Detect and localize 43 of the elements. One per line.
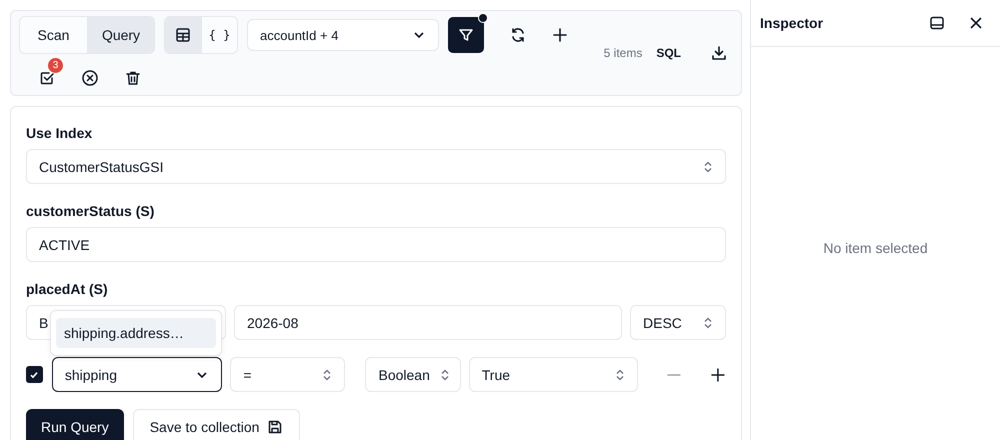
- checkbox[interactable]: [26, 366, 43, 383]
- index-select[interactable]: CustomerStatusGSI: [26, 149, 726, 184]
- mode-tab[interactable]: Query: [87, 17, 154, 53]
- trash-icon[interactable]: [125, 70, 141, 86]
- add-icon[interactable]: [552, 27, 568, 43]
- checkbox-icon[interactable]: [39, 70, 55, 86]
- updown-icon: [322, 368, 332, 380]
- type-select[interactable]: Boolean: [365, 357, 461, 392]
- attribute-combobox[interactable]: shipping: [52, 357, 222, 392]
- operator-select[interactable]: =: [230, 357, 346, 392]
- indicator-dot: [478, 13, 488, 23]
- add-icon[interactable]: [710, 366, 726, 382]
- filter-icon: [458, 27, 474, 43]
- panel-title: Inspector: [760, 15, 824, 31]
- field-label: customerStatus (S): [26, 203, 156, 221]
- updown-icon: [440, 368, 450, 380]
- item-count: 5 items: [604, 46, 642, 60]
- refresh-icon[interactable]: [509, 26, 527, 44]
- json-view-button[interactable]: { }: [201, 17, 237, 53]
- run-query-button[interactable]: Run Query: [26, 409, 124, 440]
- save-icon: [267, 419, 284, 435]
- field-label: Use Index: [26, 125, 94, 143]
- value-select[interactable]: True: [468, 357, 638, 392]
- columns-select[interactable]: accountId + 4: [247, 19, 439, 51]
- close-icon[interactable]: [969, 16, 983, 30]
- updown-icon: [703, 160, 713, 172]
- table-view-button[interactable]: [165, 17, 201, 53]
- partition-key-input[interactable]: ACTIVE: [26, 227, 726, 262]
- suggestion-item[interactable]: shipping.address…: [56, 318, 216, 348]
- sql-button[interactable]: SQL: [652, 46, 701, 60]
- updown-icon: [703, 316, 713, 328]
- sort-order-select[interactable]: DESC: [630, 305, 726, 340]
- clear-icon[interactable]: [81, 69, 99, 87]
- count-badge: 3: [48, 58, 63, 73]
- updown-icon: [615, 368, 626, 380]
- download-icon[interactable]: [711, 44, 727, 60]
- check-icon: [29, 370, 40, 380]
- save-button[interactable]: Save to collection: [132, 409, 300, 440]
- panel-layout-icon[interactable]: [929, 15, 945, 31]
- empty-message: No item selected: [823, 240, 928, 258]
- table-icon: [175, 27, 191, 43]
- field-label: placedAt (S): [26, 281, 109, 299]
- sort-key-input[interactable]: 2026-08: [234, 305, 622, 340]
